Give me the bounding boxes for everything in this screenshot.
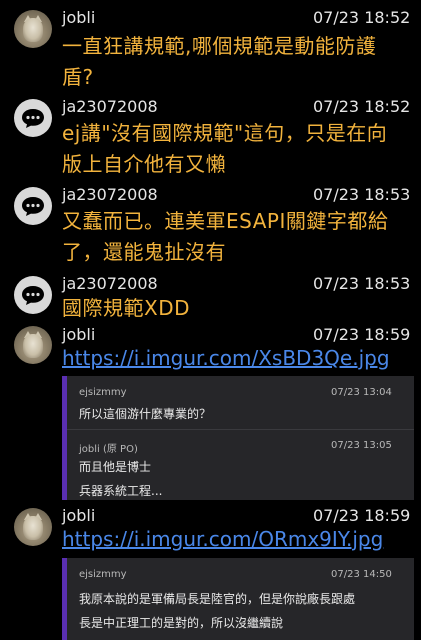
quote-username: jobli (原 PO): [79, 444, 138, 455]
comment-time: 07/23 18:52: [313, 8, 411, 27]
comment-username[interactable]: ja23072008: [62, 185, 158, 204]
comment-time: 07/23 18:53: [313, 185, 411, 204]
chat-bubble-icon[interactable]: [14, 276, 52, 314]
comment-text: 國際規範XDD: [62, 293, 414, 324]
quote-text: 所以這個游什麼專業的？: [79, 407, 212, 421]
user-avatar[interactable]: [14, 326, 52, 364]
quote-time: 07/23 14:50: [331, 569, 392, 580]
comment-username[interactable]: jobli: [62, 325, 95, 344]
chat-bubble-icon[interactable]: [14, 187, 52, 225]
comment-line: ej講"沒有國際規範"這句，只是在向: [62, 121, 388, 145]
comment-text: ej講"沒有國際規範"這句，只是在向 版上自介他有又懶: [62, 118, 414, 180]
comment-username[interactable]: ja23072008: [62, 274, 158, 293]
quote-time: 07/23 13:05: [331, 440, 392, 451]
user-avatar[interactable]: [14, 508, 52, 546]
quote-divider: [67, 429, 414, 430]
comment-line: 版上自介他有又懶: [62, 152, 226, 176]
comment-line: 又蠢而已。連美軍ESAPI關鍵字都給: [62, 209, 389, 233]
quote-username: ejsizmmy: [79, 387, 127, 398]
comment-time: 07/23 18:59: [313, 325, 411, 344]
comment-line: 了，還能鬼扯沒有: [62, 240, 226, 264]
quote-username: ejsizmmy: [79, 569, 127, 580]
comment-line: 國際規範XDD: [62, 296, 191, 320]
quoted-comments: ejsizmmy 07/23 13:04 所以這個游什麼專業的？ jobli (…: [62, 376, 414, 500]
comment-time: 07/23 18:59: [313, 506, 411, 525]
chat-bubble-icon[interactable]: [14, 99, 52, 137]
quoted-comments: ejsizmmy 07/23 14:50 我原本說的是軍備局長是陸官的，但是你說…: [62, 558, 414, 640]
quote-time: 07/23 13:04: [331, 387, 392, 398]
image-link[interactable]: https://i.imgur.com/ORmx9IY.jpg: [62, 527, 383, 551]
quote-text: 長是中正理工的是對的，所以沒繼續說: [79, 616, 284, 630]
comment-line: 一直狂講規範,哪個規範是動能防護: [62, 34, 377, 58]
quote-text: 我原本說的是軍備局長是陸官的，但是你說廠長跟處: [79, 592, 356, 606]
comment-username[interactable]: jobli: [62, 8, 95, 27]
comment-username[interactable]: ja23072008: [62, 97, 158, 116]
comment-text: 又蠢而已。連美軍ESAPI關鍵字都給 了，還能鬼扯沒有: [62, 206, 414, 268]
comment-line: 盾?: [62, 65, 94, 89]
user-avatar[interactable]: [14, 10, 52, 48]
quote-text: 而且他是博士: [79, 460, 152, 474]
comment-username[interactable]: jobli: [62, 506, 95, 525]
quote-text: 兵器系統工程...: [79, 484, 163, 498]
image-link[interactable]: https://i.imgur.com/XsBD3Qe.jpg: [62, 346, 390, 370]
comment-time: 07/23 18:52: [313, 97, 411, 116]
comment-time: 07/23 18:53: [313, 274, 411, 293]
comment-text: 一直狂講規範,哪個規範是動能防護 盾?: [62, 31, 414, 93]
